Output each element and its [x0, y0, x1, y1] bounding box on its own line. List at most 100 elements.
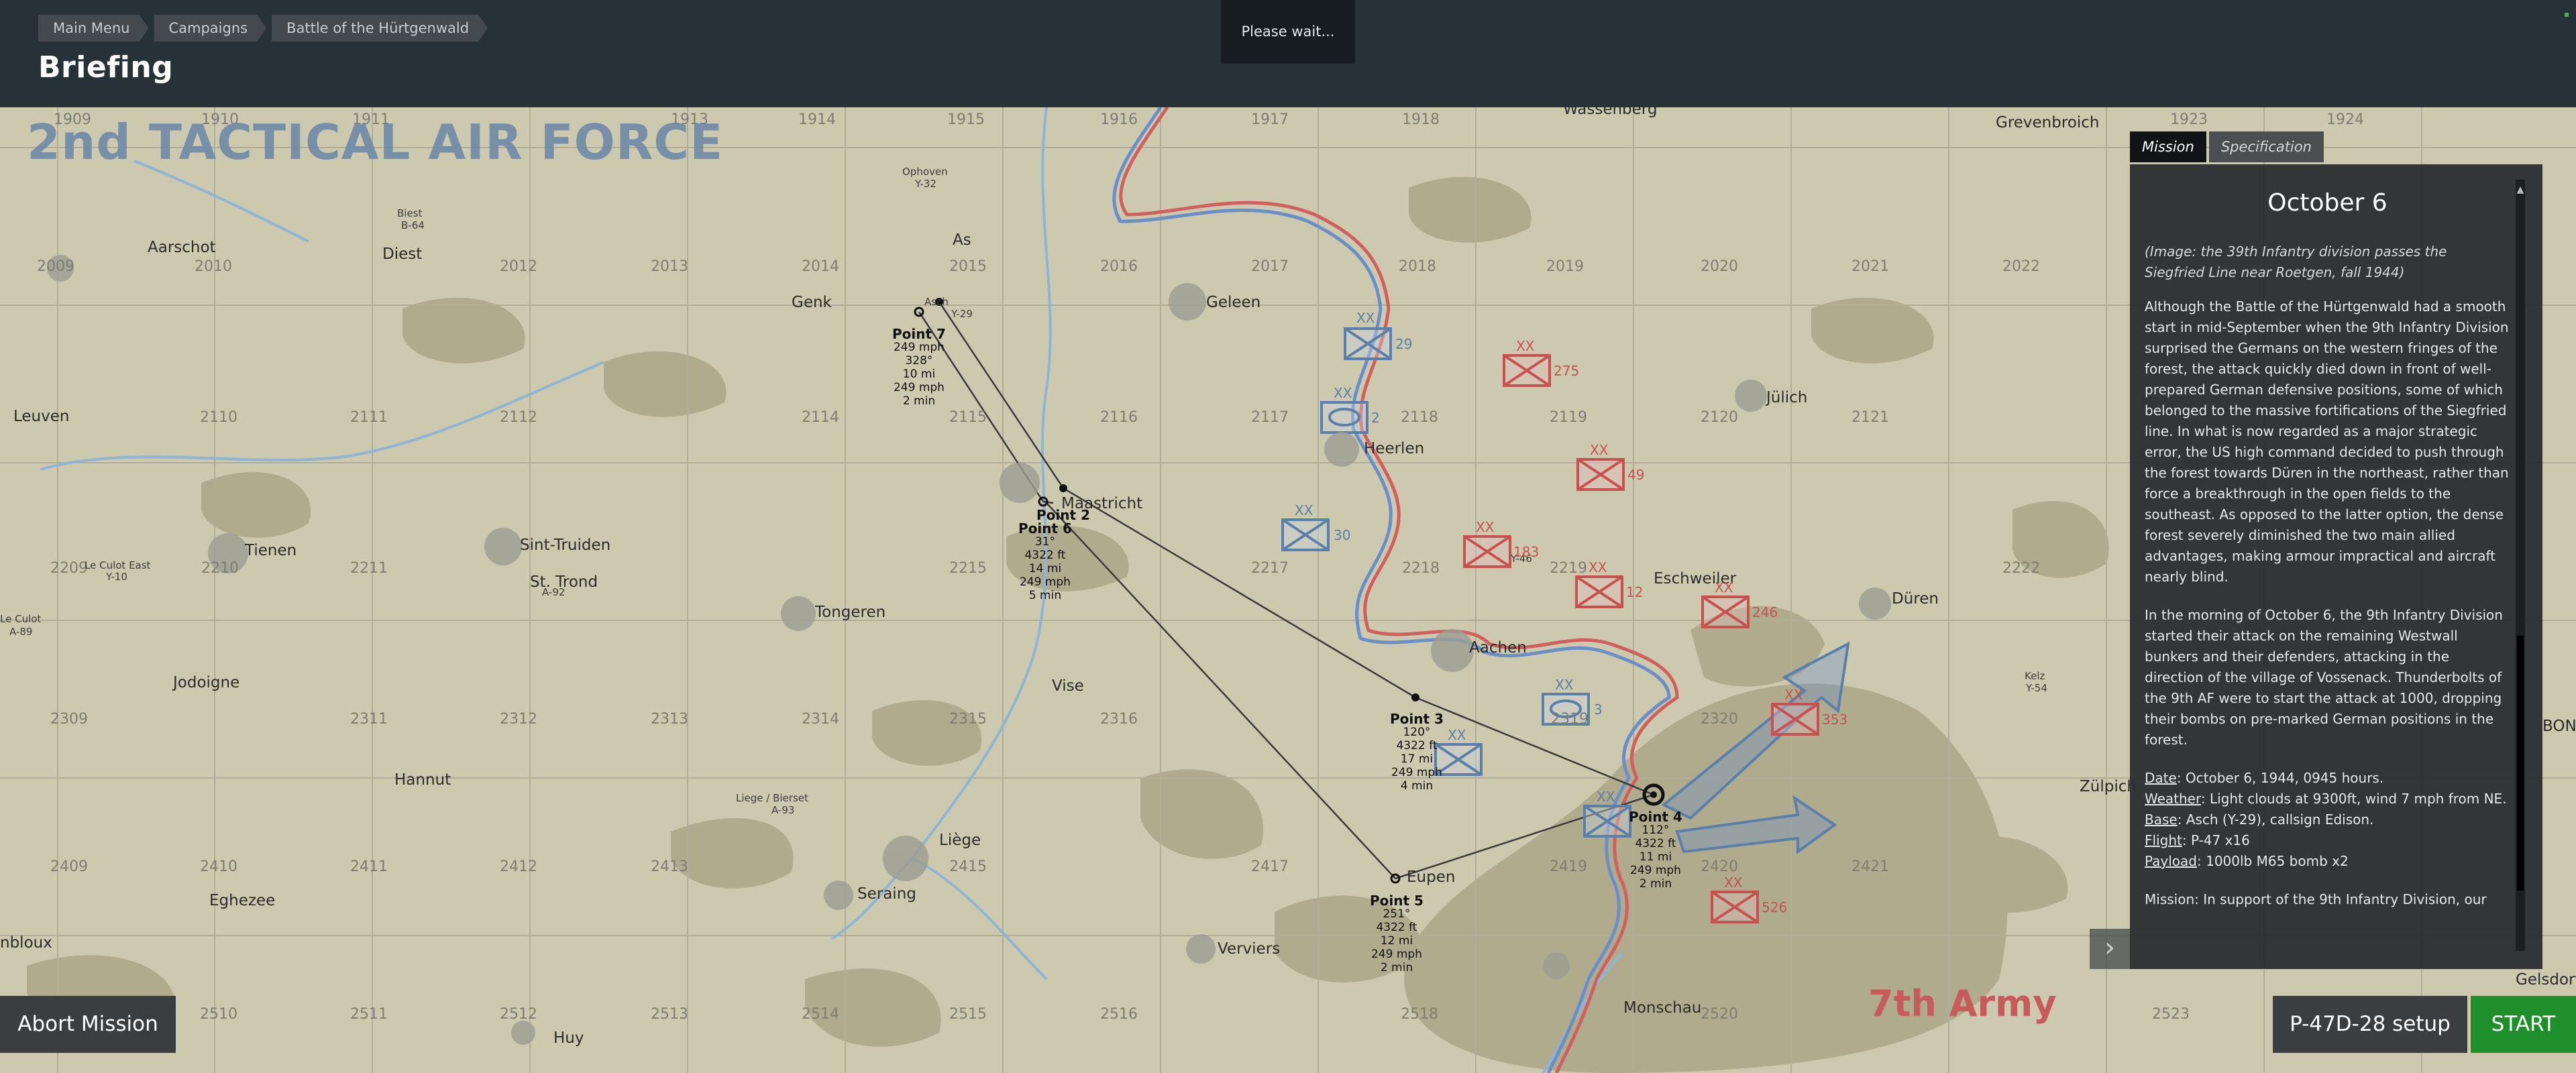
city-label: BON: [2542, 718, 2576, 735]
grid-label: 2520: [1701, 1006, 1738, 1023]
breadcrumb-campaign[interactable]: Battle of the Hürtgenwald: [272, 15, 488, 42]
airfield-label: Y-32: [915, 178, 936, 190]
grid-label: 2419: [1550, 858, 1587, 875]
grid-label: 2415: [949, 858, 987, 875]
unit-number: 275: [1554, 363, 1580, 379]
grid-label: 2222: [2002, 560, 2040, 577]
abort-mission-button[interactable]: Abort Mission: [0, 996, 176, 1053]
city-label: Tongeren: [815, 604, 886, 621]
unit-marker: XX: [1476, 519, 1495, 535]
city-label: Aachen: [1469, 639, 1527, 657]
waypoint-detail: 4322 ft: [1396, 739, 1438, 752]
waypoint-detail: 249 mph: [1391, 766, 1442, 779]
breadcrumb-main-menu[interactable]: Main Menu: [38, 15, 148, 42]
waypoint-detail: 2 min: [902, 394, 936, 408]
army-label: 7th Army: [1868, 982, 2057, 1025]
grid-label: 2009: [37, 258, 74, 275]
waypoint-detail: 328°: [905, 354, 933, 368]
grid-label: 2121: [1851, 409, 1889, 426]
start-button[interactable]: START: [2471, 996, 2576, 1053]
panel-collapse-chevron-icon[interactable]: ›: [2090, 929, 2130, 969]
briefing-screen: Main Menu Campaigns Battle of the Hürtge…: [0, 0, 2576, 1073]
city-label: Diest: [382, 245, 423, 263]
waypoint-detail: 2 min: [1380, 961, 1413, 974]
grid-label: 2210: [201, 560, 239, 577]
waypoint-detail: 120°: [1403, 726, 1431, 739]
grid-label: 2114: [802, 409, 839, 426]
unit-marker: XX: [1784, 687, 1803, 703]
panel-scrollbar[interactable]: ▲: [2516, 180, 2525, 951]
grid-label: 2115: [949, 409, 987, 426]
waypoint-point-5[interactable]: Point 5 251° 4322 ft 12 mi 249 mph 2 min: [1370, 894, 1424, 974]
unit-marker: XX: [1555, 677, 1574, 693]
city-label: Grevenbroich: [1996, 114, 2100, 131]
grid-label: 2119: [1550, 409, 1587, 426]
grid-label: 2523: [2152, 1006, 2190, 1023]
image-caption: (Image: the 39th Infantry division passe…: [2145, 243, 2447, 280]
waypoint-point-4[interactable]: Point 4 112° 4322 ft 11 mi 249 mph 2 min: [1629, 810, 1682, 891]
scroll-up-icon[interactable]: ▲: [2516, 180, 2525, 200]
waypoint-point-6[interactable]: Point 6 31° 4322 ft 14 mi 249 mph 5 min: [1018, 522, 1072, 602]
grid-label: 2019: [1546, 258, 1584, 275]
unit-marker: XX: [1597, 789, 1615, 805]
unit-marker: XX: [1589, 559, 1607, 575]
waypoint-name: Point 5: [1370, 893, 1424, 909]
grid-label: 2022: [2002, 258, 2040, 275]
grid-label: 2420: [1701, 858, 1738, 875]
waypoint-detail: 249 mph: [1629, 864, 1681, 877]
city-label: Leuven: [13, 408, 70, 425]
city-label: Aarschot: [148, 239, 216, 256]
briefing-paragraph: In the morning of October 6, the 9th Inf…: [2145, 607, 2503, 748]
grid-label: 1915: [947, 111, 985, 128]
waypoint-detail: 12 mi: [1380, 934, 1413, 948]
city-label: Düren: [1892, 590, 1939, 608]
panel-tabs: Mission Specification: [2130, 131, 2326, 162]
waypoint-point-3[interactable]: Point 3 120° 4322 ft 17 mi 249 mph 4 min: [1390, 712, 1444, 793]
grid-label: 2012: [500, 258, 537, 275]
unit-marker: XX: [1448, 727, 1466, 743]
scrollbar-thumb[interactable]: [2517, 636, 2524, 891]
aircraft-setup-button[interactable]: P-47D-28 setup: [2273, 996, 2467, 1053]
field-payload: Payload: 1000lb M65 bomb x2: [2145, 851, 2510, 872]
header-bar: Main Menu Campaigns Battle of the Hürtge…: [0, 0, 2576, 107]
unit-marker: XX: [1590, 442, 1609, 458]
unit-number: 49: [1627, 467, 1645, 483]
unit-marker: XX: [1334, 385, 1352, 401]
waypoint-detail: 4 min: [1400, 779, 1434, 793]
waypoint-detail: 11 mi: [1639, 850, 1672, 864]
field-value: : 1000lb M65 bomb x2: [2197, 853, 2349, 869]
city-label: Seraing: [857, 885, 916, 903]
grid-label: 2110: [200, 409, 237, 426]
airfield-label: Y-10: [106, 571, 127, 583]
grid-label: 2010: [195, 258, 232, 275]
city-label: nbloux: [0, 934, 52, 952]
airfield-label: Le Culot: [0, 613, 42, 625]
unit-number: 29: [1395, 336, 1413, 352]
page-title: Briefing: [38, 50, 174, 84]
city-label: Heerlen: [1364, 440, 1425, 457]
airfield-label: Asch: [924, 296, 949, 308]
grid-label: 2120: [1701, 409, 1738, 426]
waypoint-detail: 4322 ft: [1376, 921, 1417, 934]
mission-briefing-panel[interactable]: October 6 (Image: the 39th Infantry divi…: [2130, 164, 2542, 969]
grid-label: 2316: [1100, 711, 1138, 728]
breadcrumb-campaigns[interactable]: Campaigns: [154, 15, 266, 42]
grid-label: 2511: [350, 1006, 388, 1023]
waypoint-detail: 10 mi: [902, 368, 936, 381]
unit-number: 246: [1752, 604, 1778, 620]
tab-mission[interactable]: Mission: [2130, 131, 2206, 162]
waypoint-detail: 4322 ft: [1635, 837, 1676, 850]
tab-specification[interactable]: Specification: [2208, 131, 2324, 162]
grid-label: 2417: [1251, 858, 1289, 875]
grid-label: 2518: [1401, 1006, 1438, 1023]
waypoint-detail: 249 mph: [893, 341, 945, 354]
status-indicator-icon: ▪: [2564, 9, 2570, 19]
waypoint-point-2[interactable]: Point 2: [1036, 508, 1090, 522]
waypoint-name: Point 2: [1036, 507, 1090, 523]
airfield-label: Ophoven: [902, 166, 948, 178]
waypoint-point-7[interactable]: Point 7 249 mph 328° 10 mi 249 mph 2 min: [892, 327, 946, 408]
city-label: Eupen: [1407, 868, 1456, 886]
grid-label: 2020: [1701, 258, 1738, 275]
grid-label: 2311: [350, 711, 388, 728]
airfield-label: B-64: [401, 219, 425, 231]
